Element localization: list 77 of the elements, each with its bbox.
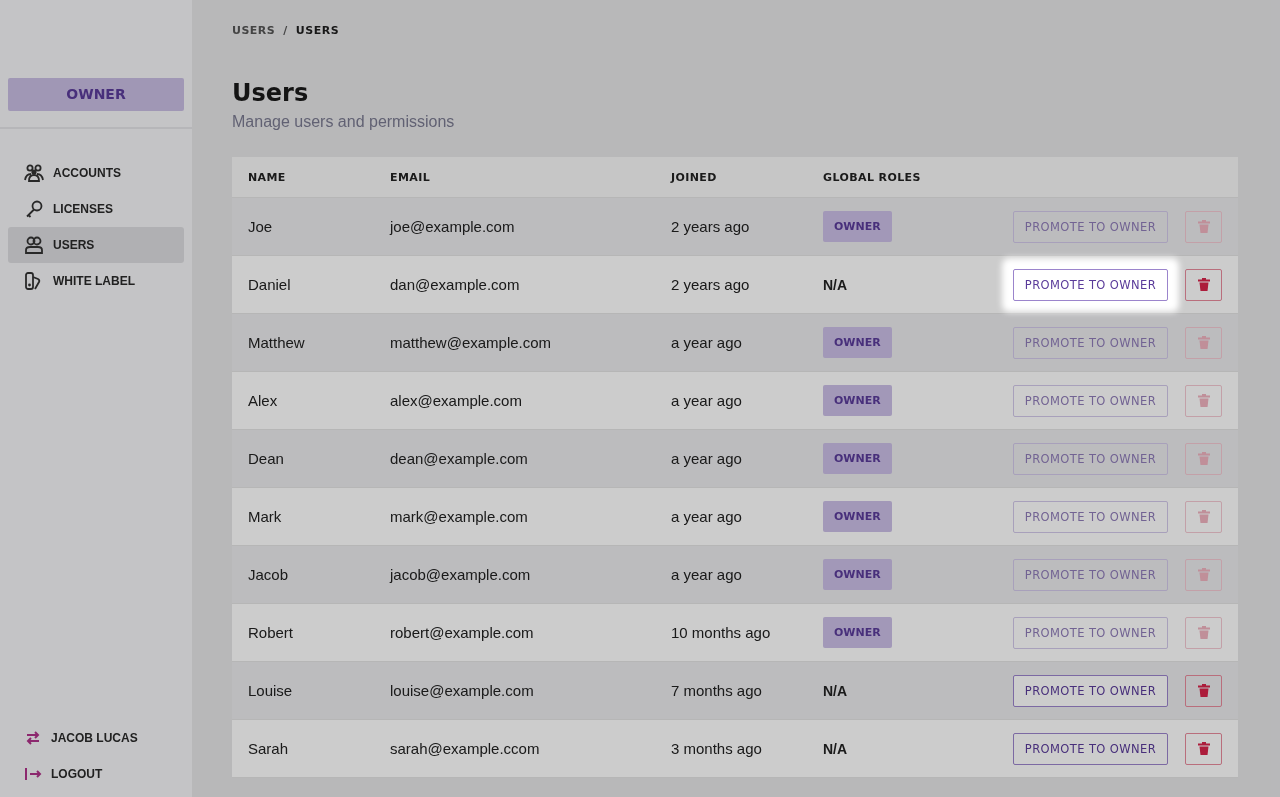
column-header: EMAIL [390, 170, 432, 184]
table-cell: 2 years ago [671, 218, 750, 235]
sidebar-item[interactable]: USERS [8, 227, 184, 263]
table-cell: 2 years ago [671, 276, 750, 293]
table-cell: 7 months ago [671, 682, 762, 699]
column-header: GLOBAL ROLES [823, 170, 922, 184]
role-badge: OWNER [8, 78, 184, 111]
table-cell: Mark [248, 508, 282, 525]
table-cell: N/A [823, 277, 848, 293]
group-icon [24, 164, 44, 182]
table-cell: Matthew [248, 334, 305, 351]
trash-icon [1197, 626, 1210, 639]
table-cell: a year ago [671, 334, 742, 351]
table-cell: jacob@example.com [390, 566, 531, 583]
sidebar-item[interactable]: ACCOUNTS [8, 155, 184, 191]
users-icon [24, 236, 44, 254]
promote-button[interactable]: PROMOTE TO OWNER [1013, 674, 1168, 707]
table-cell: alex@example.com [390, 392, 522, 409]
table-cell: mark@example.com [390, 508, 528, 525]
role-badge: OWNER [823, 385, 892, 416]
logout-icon [24, 765, 42, 783]
breadcrumb-separator: / [283, 24, 288, 37]
table-cell: Joe [248, 218, 273, 235]
breadcrumb-item[interactable]: USERS [295, 24, 340, 37]
trash-icon [1197, 394, 1210, 407]
role-badge: OWNER [823, 327, 892, 358]
table-cell: a year ago [671, 566, 742, 583]
page-subtitle: Manage users and permissions [232, 113, 456, 131]
table-cell: matthew@example.com [390, 334, 552, 351]
trash-icon [1197, 568, 1210, 581]
trash-icon [1197, 278, 1210, 291]
table-cell: a year ago [671, 508, 742, 525]
table-cell: N/A [823, 741, 848, 757]
delete-button[interactable] [1185, 674, 1222, 707]
table-cell: 3 months ago [671, 740, 762, 757]
trash-icon [1197, 336, 1210, 349]
table-cell: 10 months ago [671, 624, 771, 641]
table-cell: Jacob [248, 566, 289, 583]
role-badge: OWNER [823, 559, 892, 590]
swap-icon [24, 729, 42, 747]
table-cell: dan@example.com [390, 276, 520, 293]
sidebar-item[interactable]: LICENSES [8, 191, 184, 227]
table-cell: joe@example.com [390, 218, 515, 235]
table-cell: a year ago [671, 450, 742, 467]
table-cell: Dean [248, 450, 284, 467]
trash-icon [1197, 220, 1210, 233]
promote-button[interactable]: PROMOTE TO OWNER [1013, 268, 1168, 301]
table-cell: sarah@example.ccom [390, 740, 540, 757]
trash-icon [1197, 684, 1210, 697]
table-cell: Sarah [248, 740, 289, 757]
table-cell: louise@example.com [390, 682, 534, 699]
account-name-link[interactable]: JACOB LUCAS [24, 729, 192, 747]
trash-icon [1197, 452, 1210, 465]
column-header: JOINED [671, 170, 718, 184]
column-header: NAME [248, 170, 287, 184]
role-badge: OWNER [823, 211, 892, 242]
table-cell: Alex [248, 392, 278, 409]
delete-button[interactable] [1185, 268, 1222, 301]
table-cell: a year ago [671, 392, 742, 409]
table-cell: Daniel [248, 276, 291, 293]
role-badge: OWNER [823, 617, 892, 648]
table-cell: dean@example.com [390, 450, 528, 467]
key-icon [24, 200, 44, 218]
table-cell: N/A [823, 683, 848, 699]
delete-button[interactable] [1185, 732, 1222, 765]
page-title: Users [232, 79, 310, 107]
role-badge: OWNER [823, 443, 892, 474]
sidebar-item[interactable]: WHITE LABEL [8, 263, 184, 299]
table-cell: Robert [248, 624, 294, 641]
trash-icon [1197, 742, 1210, 755]
trash-icon [1197, 510, 1210, 523]
promote-button[interactable]: PROMOTE TO OWNER [1013, 732, 1168, 765]
table-cell: Louise [248, 682, 293, 699]
table-cell: robert@example.com [390, 624, 534, 641]
logout-link[interactable]: LOGOUT [24, 765, 192, 783]
breadcrumb-item[interactable]: USERS [232, 24, 276, 37]
role-badge: OWNER [823, 501, 892, 532]
